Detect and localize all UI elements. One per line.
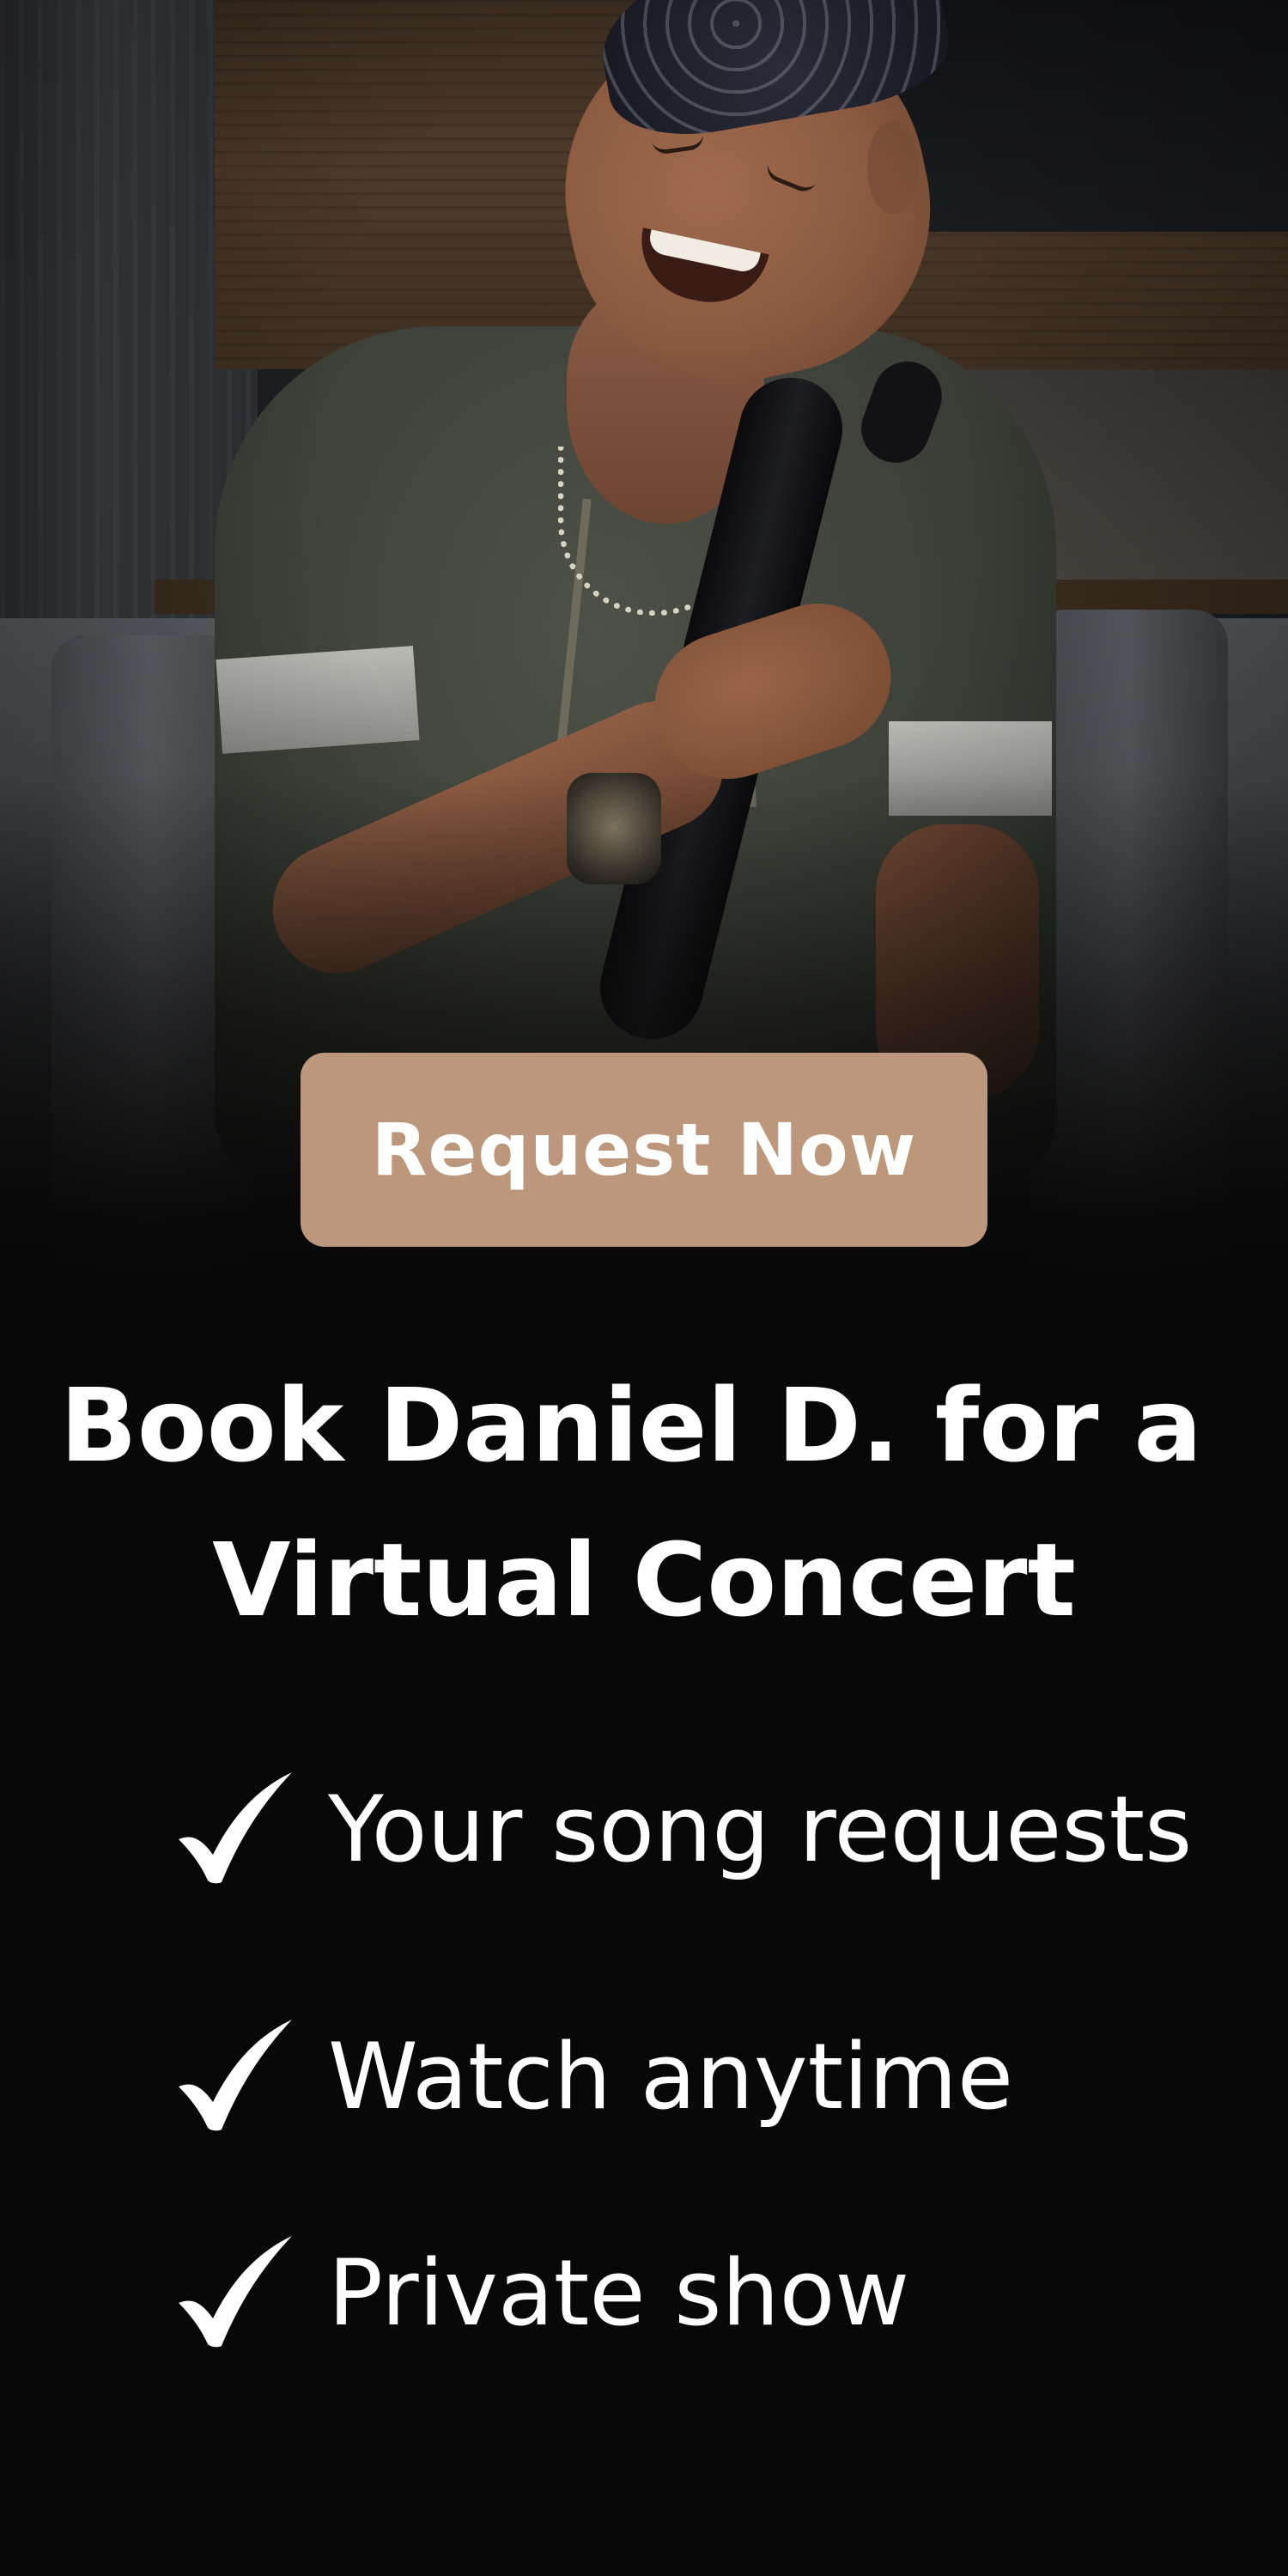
headline-line-2: Virtual Concert bbox=[212, 1521, 1076, 1639]
benefit-item: Your song requests bbox=[172, 1760, 1192, 1898]
benefit-item: Watch anytime bbox=[172, 2008, 1013, 2145]
checkmark-icon bbox=[179, 2236, 292, 2348]
benefit-label: Watch anytime bbox=[328, 2023, 1014, 2129]
checkmark-icon bbox=[179, 1772, 292, 1884]
ad-banner: Request Now Book Daniel D. for a Virtual… bbox=[0, 0, 1288, 2576]
headline: Book Daniel D. for a Virtual Concert bbox=[0, 1348, 1288, 1657]
benefit-label: Private show bbox=[328, 2239, 910, 2346]
benefit-label: Your song requests bbox=[328, 1776, 1193, 1882]
checkmark-icon bbox=[179, 2020, 292, 2131]
headline-line-1: Book Daniel D. for a bbox=[59, 1366, 1203, 1485]
request-now-button[interactable]: Request Now bbox=[301, 1053, 987, 1247]
benefit-item: Private show bbox=[172, 2224, 909, 2361]
